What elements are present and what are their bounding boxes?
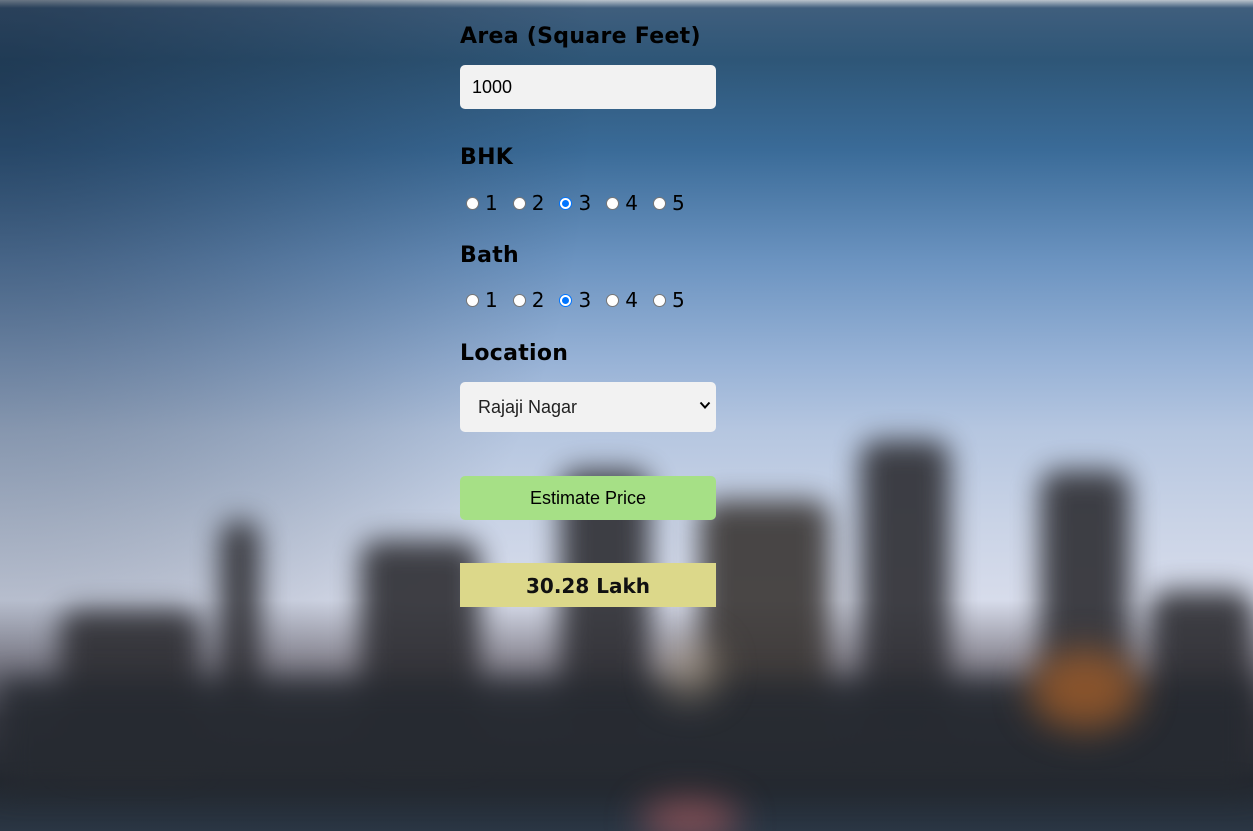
bhk-option-label: 4 <box>625 191 638 215</box>
bath-option-label: 2 <box>531 288 545 312</box>
bath-label: Bath <box>460 243 519 268</box>
bhk-radio-4[interactable] <box>606 196 620 210</box>
bhk-option-1[interactable]: 1 <box>460 191 498 215</box>
area-input[interactable] <box>460 65 716 109</box>
bath-option-1[interactable]: 1 <box>460 288 498 312</box>
bhk-option-label: 3 <box>578 191 592 215</box>
bath-radio-2[interactable] <box>512 293 526 307</box>
bhk-radio-group: 1 2 3 4 5 <box>460 191 694 215</box>
bath-option-2[interactable]: 2 <box>507 288 545 312</box>
bath-option-5[interactable]: 5 <box>647 288 685 312</box>
bath-radio-1[interactable] <box>466 293 479 307</box>
bhk-option-3[interactable]: 3 <box>553 191 591 215</box>
bhk-option-label: 5 <box>671 191 685 215</box>
bath-radio-4[interactable] <box>606 293 620 307</box>
bath-option-label: 5 <box>671 288 685 312</box>
bhk-label: BHK <box>460 145 514 170</box>
bhk-option-label: 1 <box>485 191 498 215</box>
estimated-price-result: 30.28 Lakh <box>460 563 716 607</box>
bath-option-label: 1 <box>485 288 498 312</box>
bhk-radio-1[interactable] <box>466 196 479 210</box>
bhk-radio-3[interactable] <box>559 196 573 210</box>
bhk-option-5[interactable]: 5 <box>647 191 685 215</box>
chevron-down-icon <box>699 401 711 409</box>
bath-radio-group: 1 2 3 4 5 <box>460 288 694 312</box>
area-label: Area (Square Feet) <box>460 24 701 49</box>
bhk-option-2[interactable]: 2 <box>507 191 545 215</box>
estimate-price-button[interactable]: Estimate Price <box>460 476 716 520</box>
bhk-option-4[interactable]: 4 <box>600 191 638 215</box>
location-selected-value: Rajaji Nagar <box>478 396 578 417</box>
bath-option-3[interactable]: 3 <box>553 288 591 312</box>
bath-option-label: 4 <box>625 288 638 312</box>
bhk-radio-2[interactable] <box>512 196 526 210</box>
location-label: Location <box>460 341 569 366</box>
location-select[interactable]: Rajaji Nagar <box>460 382 716 432</box>
bath-radio-3[interactable] <box>559 293 573 307</box>
bhk-option-label: 2 <box>531 191 545 215</box>
bath-radio-5[interactable] <box>652 293 666 307</box>
bath-option-label: 3 <box>578 288 592 312</box>
bhk-radio-5[interactable] <box>652 196 666 210</box>
bath-option-4[interactable]: 4 <box>600 288 638 312</box>
